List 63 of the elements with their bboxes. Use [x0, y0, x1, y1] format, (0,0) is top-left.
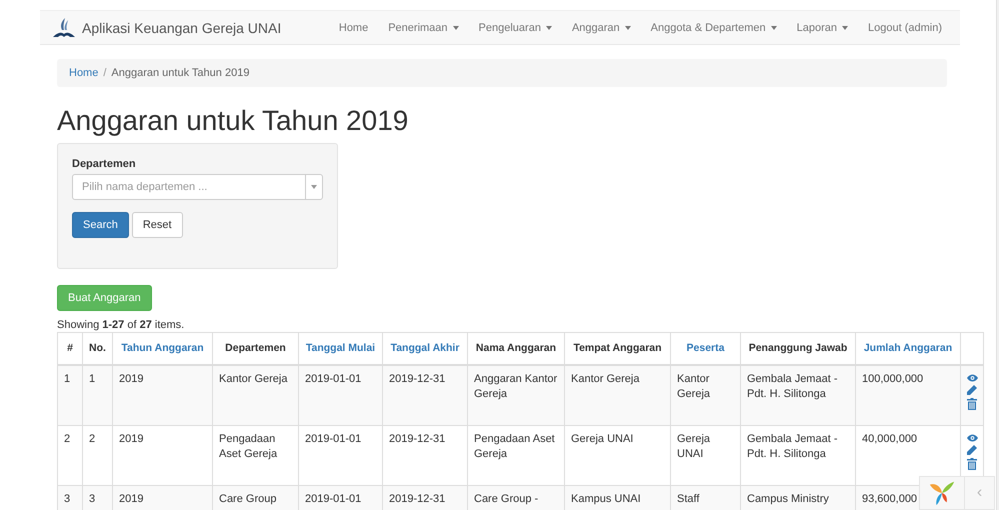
table-cell: 2019 [112, 425, 212, 485]
caret-icon [842, 26, 848, 30]
table-cell: Gembala Jemaat - Pdt. H. Silitonga [740, 365, 856, 425]
field-label: Departemen [72, 158, 136, 170]
table-cell: Care Group [212, 485, 298, 510]
nav-link[interactable]: Logout (admin) [858, 22, 952, 34]
create-button[interactable]: Buat Anggaran [57, 285, 152, 311]
search-button[interactable]: Search [72, 212, 129, 238]
table-cell: Gereja UNAI [564, 425, 670, 485]
table-cell: 3 [58, 485, 82, 510]
table-cell: 2 [82, 425, 112, 485]
table-cell: Kantor Gereja [670, 365, 740, 425]
table-cell: Pengadaan Aset Gereja [212, 425, 298, 485]
edit-icon[interactable] [967, 444, 977, 454]
delete-icon[interactable] [967, 458, 977, 470]
summary-text: Showing 1-27 of 27 items. [57, 319, 186, 331]
nav-dropdown[interactable]: Penerimaan [378, 22, 469, 34]
reset-button[interactable]: Reset [132, 212, 183, 238]
table-cell: 2019 [112, 485, 212, 510]
caret-icon [624, 26, 631, 30]
table-cell: Staff [670, 485, 740, 510]
table-cell: 2019-12-31 [382, 485, 468, 510]
table-cell: Campus Ministry [740, 485, 856, 510]
caret-icon [452, 26, 459, 30]
table-cell: Anggaran Kantor Gereja [468, 365, 564, 425]
delete-icon[interactable] [967, 398, 977, 410]
table-cell: Care Group - [468, 485, 564, 510]
caret-icon [770, 26, 777, 30]
breadcrumb-current: Anggaran untuk Tahun 2019 [111, 67, 250, 79]
table-cell: 2019-01-01 [298, 365, 382, 425]
nav-dropdown[interactable]: Pengeluaran [468, 22, 562, 34]
table-cell: 2019-12-31 [382, 365, 468, 425]
breadcrumb-link[interactable]: Home [69, 67, 98, 79]
table-cell: 2019-01-01 [298, 485, 382, 510]
table-cell: 100,000,000 [856, 365, 960, 425]
brand-link[interactable]: Aplikasi Keuangan Gereja UNAI [52, 16, 282, 38]
nav-dropdown[interactable]: Anggota & Departemen [640, 22, 787, 34]
table-cell: Kampus UNAI [564, 485, 670, 510]
breadcrumb-separator: / [103, 67, 106, 79]
table-cell: Gereja UNAI [670, 425, 740, 485]
table-cell: Pengadaan Aset Gereja [468, 425, 564, 485]
nav-dropdown[interactable]: Anggaran [562, 22, 641, 34]
table-cell: Kantor Gereja [564, 365, 670, 425]
table-cell: Gembala Jemaat - Pdt. H. Silitonga [740, 425, 856, 485]
nav-dropdown[interactable]: Laporan [786, 22, 858, 34]
caret-icon [546, 26, 552, 30]
page-title: Anggaran untuk Tahun 2019 [57, 105, 410, 137]
table-cell: Kantor Gereja [212, 365, 298, 425]
logo-icon [52, 16, 76, 38]
table-cell: 3 [82, 485, 112, 510]
caret-icon [311, 185, 317, 189]
view-icon[interactable] [966, 434, 978, 442]
table-cell: 1 [58, 365, 82, 425]
table-cell: 2019 [112, 365, 212, 425]
table-cell: 2 [58, 425, 82, 485]
table-cell: 1 [82, 365, 112, 425]
nav-link[interactable]: Home [328, 22, 378, 34]
table-cell: 2019-12-31 [382, 425, 468, 485]
logo-icon[interactable] [928, 479, 956, 507]
select-field[interactable]: Pilih nama departemen ... [72, 174, 323, 200]
edit-icon[interactable] [967, 385, 977, 395]
table-cell: 2019-01-01 [298, 425, 382, 485]
view-icon[interactable] [966, 374, 978, 382]
